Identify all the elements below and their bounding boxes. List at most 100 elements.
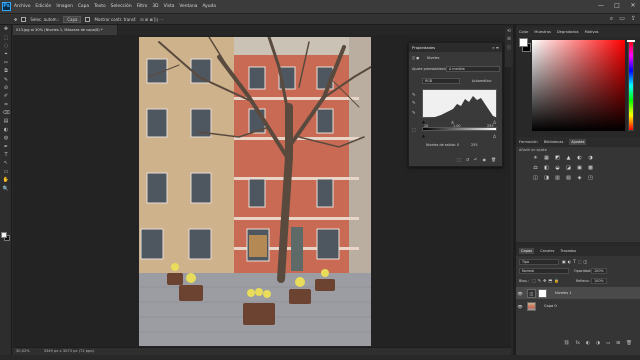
tab-patterns[interactable]: Motivos	[585, 30, 599, 34]
vibrance-icon[interactable]: ◐	[575, 154, 584, 163]
delete-icon[interactable]: 🗑	[491, 157, 496, 162]
close-button[interactable]: ✕	[628, 2, 638, 9]
tab-libraries[interactable]: Bibliotecas	[544, 140, 564, 144]
transform-controls-checkbox[interactable]	[85, 16, 91, 22]
new-group-icon[interactable]: ▭	[606, 341, 610, 349]
layer-filter-icons[interactable]: ▣◐T⬚◫	[562, 259, 589, 264]
color-picker-field[interactable]	[532, 40, 625, 131]
menu-filtro[interactable]: Filtro	[137, 4, 148, 9]
color-panel-fg-swatch[interactable]	[519, 38, 528, 47]
properties-icon[interactable]: ☰	[507, 37, 511, 42]
photo-filter-icon[interactable]: ◒	[553, 164, 562, 173]
move-tool-icon[interactable]: ✥	[0, 25, 12, 33]
hand-tool-icon[interactable]: ✋	[0, 176, 12, 184]
opacity-input[interactable]: 100%	[591, 268, 607, 274]
eyedropper-white-icon[interactable]: ✎	[412, 111, 416, 116]
tab-channels[interactable]: Canales	[540, 249, 554, 253]
tab-swatches[interactable]: Muestras	[534, 30, 550, 34]
menu-ventana[interactable]: Ventana	[179, 4, 197, 9]
invert-icon[interactable]: ▩	[586, 164, 595, 173]
output-black-slider[interactable]: ▲	[422, 133, 425, 138]
posterize-icon[interactable]: ◫	[531, 174, 540, 183]
brightness-icon[interactable]: ☀	[531, 154, 540, 163]
menu-texto[interactable]: Texto	[94, 4, 106, 9]
fill-input[interactable]: 100%	[591, 278, 607, 284]
curves-icon[interactable]: ◩	[553, 154, 562, 163]
eye-icon[interactable]: 👁	[516, 304, 524, 309]
layer-mask-thumb[interactable]	[538, 288, 547, 298]
threshold-icon[interactable]: ◨	[542, 174, 551, 183]
move-icon[interactable]: ✥	[14, 17, 17, 22]
output-white-slider[interactable]: △	[493, 133, 496, 138]
brush-tool-icon[interactable]: ✐	[0, 92, 12, 100]
workspace-icon[interactable]: ▭	[619, 15, 625, 23]
lock-icons[interactable]: ⬚✎✥⬒🔒	[532, 278, 561, 283]
color-balance-icon[interactable]: ⚖	[531, 164, 540, 173]
tab-learn[interactable]: Formación	[519, 140, 538, 144]
visibility-icon[interactable]: ◉	[483, 157, 487, 162]
document-photo[interactable]	[139, 37, 371, 346]
zoom-tool-icon[interactable]: 🔍	[0, 184, 12, 192]
exposure-icon[interactable]: ▲	[564, 154, 573, 163]
search-icon[interactable]: ⌕	[610, 15, 613, 23]
maximize-button[interactable]: □	[612, 2, 622, 9]
tab-color[interactable]: Color	[519, 30, 528, 34]
clip-icon[interactable]: ⬚	[412, 127, 416, 132]
auto-button[interactable]: Automático	[472, 79, 491, 83]
frame-tool-icon[interactable]: ⧉	[0, 67, 12, 75]
menu-capa[interactable]: Capa	[78, 4, 89, 9]
photoshop-logo-icon[interactable]: Ps	[2, 2, 11, 11]
menu-3d[interactable]: 3D	[152, 4, 158, 9]
add-mask-icon[interactable]: ◐	[586, 341, 590, 349]
layer-row-capa0[interactable]: 👁 Capa 0	[516, 300, 640, 312]
output-black-value[interactable]: 0	[457, 143, 459, 147]
auto-select-dropdown[interactable]: Capa	[63, 15, 82, 23]
selective-color-icon[interactable]: ▧	[564, 174, 573, 183]
eye-icon[interactable]: 👁	[516, 291, 524, 296]
stamp-tool-icon[interactable]: ♒	[0, 101, 12, 109]
gradient-map-icon[interactable]: ▥	[553, 174, 562, 183]
hue-slider[interactable]	[627, 40, 635, 131]
menu-imagen[interactable]: Imagen	[56, 4, 73, 9]
levels-icon[interactable]: ▦	[542, 154, 551, 163]
layer-row-levels[interactable]: 👁 ◫ Niveles 1	[516, 287, 640, 299]
hue-saturation-icon[interactable]: ◑	[586, 154, 595, 163]
foreground-color-swatch[interactable]	[1, 232, 7, 238]
blur-tool-icon[interactable]: ◐	[0, 126, 12, 134]
menu-ayuda[interactable]: Ayuda	[202, 4, 216, 9]
shape-tool-icon[interactable]: ▭	[0, 168, 12, 176]
hdr-toning-icon[interactable]: ◳	[586, 174, 595, 183]
dodge-tool-icon[interactable]: ◍	[0, 134, 12, 142]
tab-adjustments[interactable]: Ajustes	[569, 139, 587, 145]
lasso-tool-icon[interactable]: ◌	[0, 42, 12, 50]
layer-style-icon[interactable]: fx	[576, 341, 580, 349]
history-icon[interactable]: ⟲	[507, 29, 511, 34]
eraser-tool-icon[interactable]: ⌫	[0, 109, 12, 117]
output-white-value[interactable]: 255	[471, 143, 477, 147]
tab-layers[interactable]: Capas	[519, 248, 535, 254]
shadows-highlights-icon[interactable]: ◈	[575, 174, 584, 183]
menu-vista[interactable]: Vista	[164, 4, 175, 9]
healing-tool-icon[interactable]: ⊘	[0, 84, 12, 92]
info-icon[interactable]: ⓘ	[507, 45, 511, 51]
blend-mode-dropdown[interactable]: Normal	[519, 268, 569, 274]
align-icons[interactable]: ⊟ ⊞ ⊠ ⫿ ⫾ ⋯	[140, 17, 163, 22]
link-layers-icon[interactable]: ⛓	[564, 341, 570, 349]
eyedropper-gray-icon[interactable]: ✎	[412, 101, 416, 106]
path-select-tool-icon[interactable]: ↖	[0, 159, 12, 167]
panel-menu-icon[interactable]: » ≡	[492, 43, 499, 52]
clip-to-layer-icon[interactable]: ⬚	[457, 157, 461, 162]
gradient-tool-icon[interactable]: ▤	[0, 117, 12, 125]
menu-seleccion[interactable]: Selección	[111, 4, 132, 9]
trash-icon[interactable]: 🗑	[626, 341, 632, 349]
channel-mixer-icon[interactable]: ◪	[564, 164, 573, 173]
new-adjustment-icon[interactable]: ◑	[596, 341, 600, 349]
document-tab[interactable]: 013.jpg al 30% (Niveles 1, Máscara de ca…	[13, 25, 118, 35]
marquee-tool-icon[interactable]: ⬚	[0, 33, 12, 41]
eyedropper-tool-icon[interactable]: ✎	[0, 75, 12, 83]
color-lookup-icon[interactable]: ▣	[575, 164, 584, 173]
zoom-readout[interactable]: 30,02%	[16, 348, 30, 355]
properties-header[interactable]: Propiedades » ≡	[409, 43, 502, 52]
pen-tool-icon[interactable]: ✒	[0, 142, 12, 150]
auto-select-checkbox[interactable]	[21, 16, 27, 22]
